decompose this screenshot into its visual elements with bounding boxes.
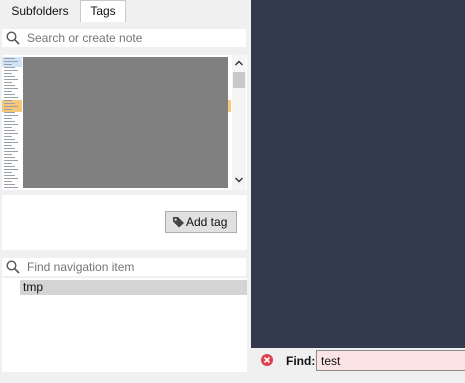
search-icon [6,31,20,45]
note-thumbnail-line [4,85,15,86]
note-thumbnail-line [4,136,12,137]
note-thumbnail-line [4,142,18,143]
note-thumbnail-line [4,127,12,128]
note-list[interactable] [2,55,247,190]
find-bar: Find: [251,348,465,373]
note-thumbnail-line [4,160,18,161]
navigation-search-box [2,258,246,276]
note-thumbnail-line [4,64,12,65]
tag-icon [173,217,184,228]
note-thumbnail-line [4,70,18,71]
panel-tabs: Subfolders Tags [0,0,250,22]
note-thumbnail-line [4,94,15,95]
status-strip [0,373,465,383]
note-thumbnail-line [4,139,15,140]
note-list-scrollbar[interactable] [232,55,246,190]
note-thumbnail-line [4,91,12,92]
note-thumbnail-line [4,166,15,167]
note-thumbnail-line [4,82,12,83]
note-thumbnail-line [4,115,18,116]
tab-tags[interactable]: Tags [80,0,126,22]
note-thumbnail-line [4,163,12,164]
add-tag-button[interactable]: Add tag [165,211,237,233]
add-tag-label: Add tag [186,215,228,229]
note-thumbnail-line [4,175,15,176]
tab-subfolders[interactable]: Subfolders [2,1,78,21]
note-thumbnail-line [4,148,15,149]
preview-selection-marker [228,100,231,112]
note-thumbnail-line [4,145,12,146]
note-thumbnail-line [4,154,12,155]
note-thumbnail-line [4,172,12,173]
chevron-up-icon[interactable] [234,59,244,67]
note-thumbnail-line [4,130,15,131]
close-icon[interactable] [261,354,273,366]
note-thumbnail-line [4,67,15,68]
note-thumbnail-strip[interactable] [2,55,22,190]
note-thumbnail-line [4,184,15,185]
note-thumbnail-line [4,106,18,107]
note-thumbnail-line [4,109,12,110]
note-thumbnail-line [4,79,18,80]
note-thumbnail-line [4,58,15,59]
note-thumbnail-line [4,112,15,113]
note-search-box [2,29,246,47]
note-thumbnail-line [4,178,18,179]
left-panel: Subfolders Tags Search or create note Ad… [0,0,250,383]
note-thumbnail-line [4,103,15,104]
note-search-input[interactable] [27,29,237,47]
tag-area: Add tag [2,195,247,250]
note-thumbnail-line [4,88,18,89]
navigation-search-input[interactable] [27,258,237,276]
note-thumbnail-line [4,61,18,62]
note-thumbnail-line [4,124,18,125]
note-thumbnail-line [4,151,18,152]
note-thumbnail-line [4,121,15,122]
find-input[interactable] [316,350,465,371]
note-thumbnail-line [4,169,18,170]
note-thumbnail-line [4,100,12,101]
chevron-down-icon[interactable] [234,176,244,184]
note-thumbnail-line [4,181,12,182]
note-thumbnail-line [4,118,12,119]
note-preview[interactable] [23,57,228,188]
note-editor[interactable] [251,0,465,348]
note-thumbnail-line [4,157,15,158]
navigation-list: tmp [2,278,247,372]
note-thumbnail-line [4,76,15,77]
find-label: Find: [286,354,316,368]
scrollbar-thumb[interactable] [233,72,245,88]
note-thumbnail-line [4,73,12,74]
search-icon [6,260,20,274]
note-thumbnail-line [4,187,18,188]
note-thumbnail-line [4,133,18,134]
navigation-item-tmp[interactable]: tmp [20,280,247,295]
note-thumbnail-line [4,97,18,98]
